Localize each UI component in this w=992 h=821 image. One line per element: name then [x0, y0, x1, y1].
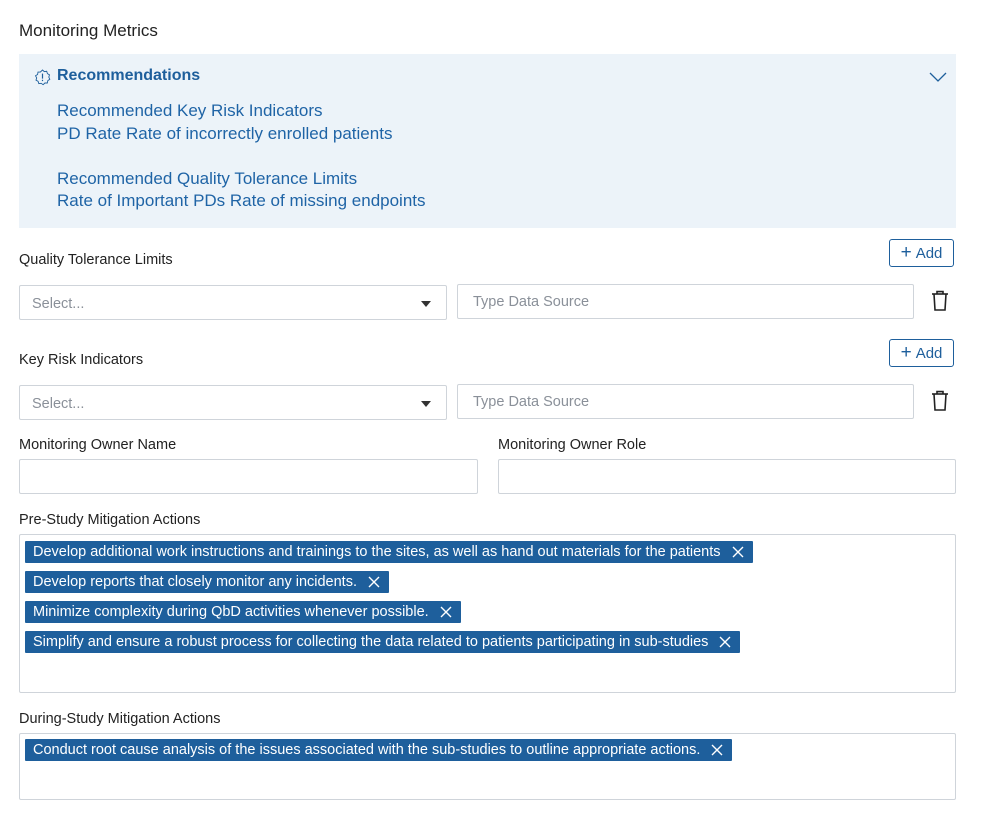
qtl-select-placeholder: Select... — [32, 296, 85, 312]
owner-role-input[interactable] — [498, 459, 956, 494]
kri-select-placeholder: Select... — [32, 396, 85, 412]
info-badge-icon — [34, 69, 51, 86]
tag-label: Develop reports that closely monitor any… — [33, 574, 357, 590]
tag-chip: Conduct root cause analysis of the issue… — [25, 739, 733, 761]
chevron-down-icon[interactable] — [928, 70, 948, 84]
tag-chip: Develop reports that closely monitor any… — [25, 571, 389, 593]
during-study-label: During-Study Mitigation Actions — [19, 711, 221, 727]
plus-icon: + — [900, 242, 912, 263]
kri-data-source-input[interactable] — [457, 384, 914, 419]
add-kri-label: Add — [915, 344, 943, 362]
tag-label: Minimize complexity during QbD activitie… — [33, 604, 429, 620]
recommendation-qtl-items: Rate of Important PDs Rate of missing en… — [57, 191, 426, 210]
recommendations-title[interactable]: Recommendations — [57, 67, 200, 85]
caret-down-icon — [421, 401, 431, 407]
tag-label: Simplify and ensure a robust process for… — [33, 634, 709, 650]
recommendation-kri-items: PD Rate Rate of incorrectly enrolled pat… — [57, 124, 393, 143]
recommendation-qtl-heading: Recommended Quality Tolerance Limits — [57, 169, 358, 188]
trash-icon[interactable] — [930, 290, 950, 312]
qtl-data-source-input[interactable] — [457, 284, 914, 319]
qtl-label: Quality Tolerance Limits — [19, 252, 173, 268]
close-icon[interactable] — [731, 545, 745, 559]
close-icon[interactable] — [718, 635, 732, 649]
recommendation-kri-heading: Recommended Key Risk Indicators — [57, 101, 323, 120]
kri-label: Key Risk Indicators — [19, 352, 144, 368]
tag-label: Conduct root cause analysis of the issue… — [33, 742, 701, 758]
close-icon[interactable] — [439, 605, 453, 619]
caret-down-icon — [421, 301, 431, 307]
add-qtl-button[interactable]: + Add — [889, 239, 954, 267]
add-kri-button[interactable]: + Add — [889, 339, 954, 367]
owner-role-label: Monitoring Owner Role — [498, 437, 647, 453]
close-icon[interactable] — [710, 743, 724, 757]
owner-name-input[interactable] — [19, 459, 478, 494]
plus-icon: + — [900, 342, 912, 363]
trash-icon[interactable] — [930, 390, 950, 412]
kri-select[interactable]: Select... — [19, 385, 447, 420]
owner-name-label: Monitoring Owner Name — [19, 437, 177, 453]
section-title: Monitoring Metrics — [19, 21, 158, 40]
tag-label: Develop additional work instructions and… — [33, 544, 721, 560]
pre-study-label: Pre-Study Mitigation Actions — [19, 512, 201, 528]
qtl-select[interactable]: Select... — [19, 285, 447, 320]
close-icon[interactable] — [367, 575, 381, 589]
tag-chip: Develop additional work instructions and… — [25, 541, 753, 563]
tag-chip: Minimize complexity during QbD activitie… — [25, 601, 461, 623]
add-qtl-label: Add — [915, 244, 943, 262]
tag-chip: Simplify and ensure a robust process for… — [25, 631, 741, 653]
